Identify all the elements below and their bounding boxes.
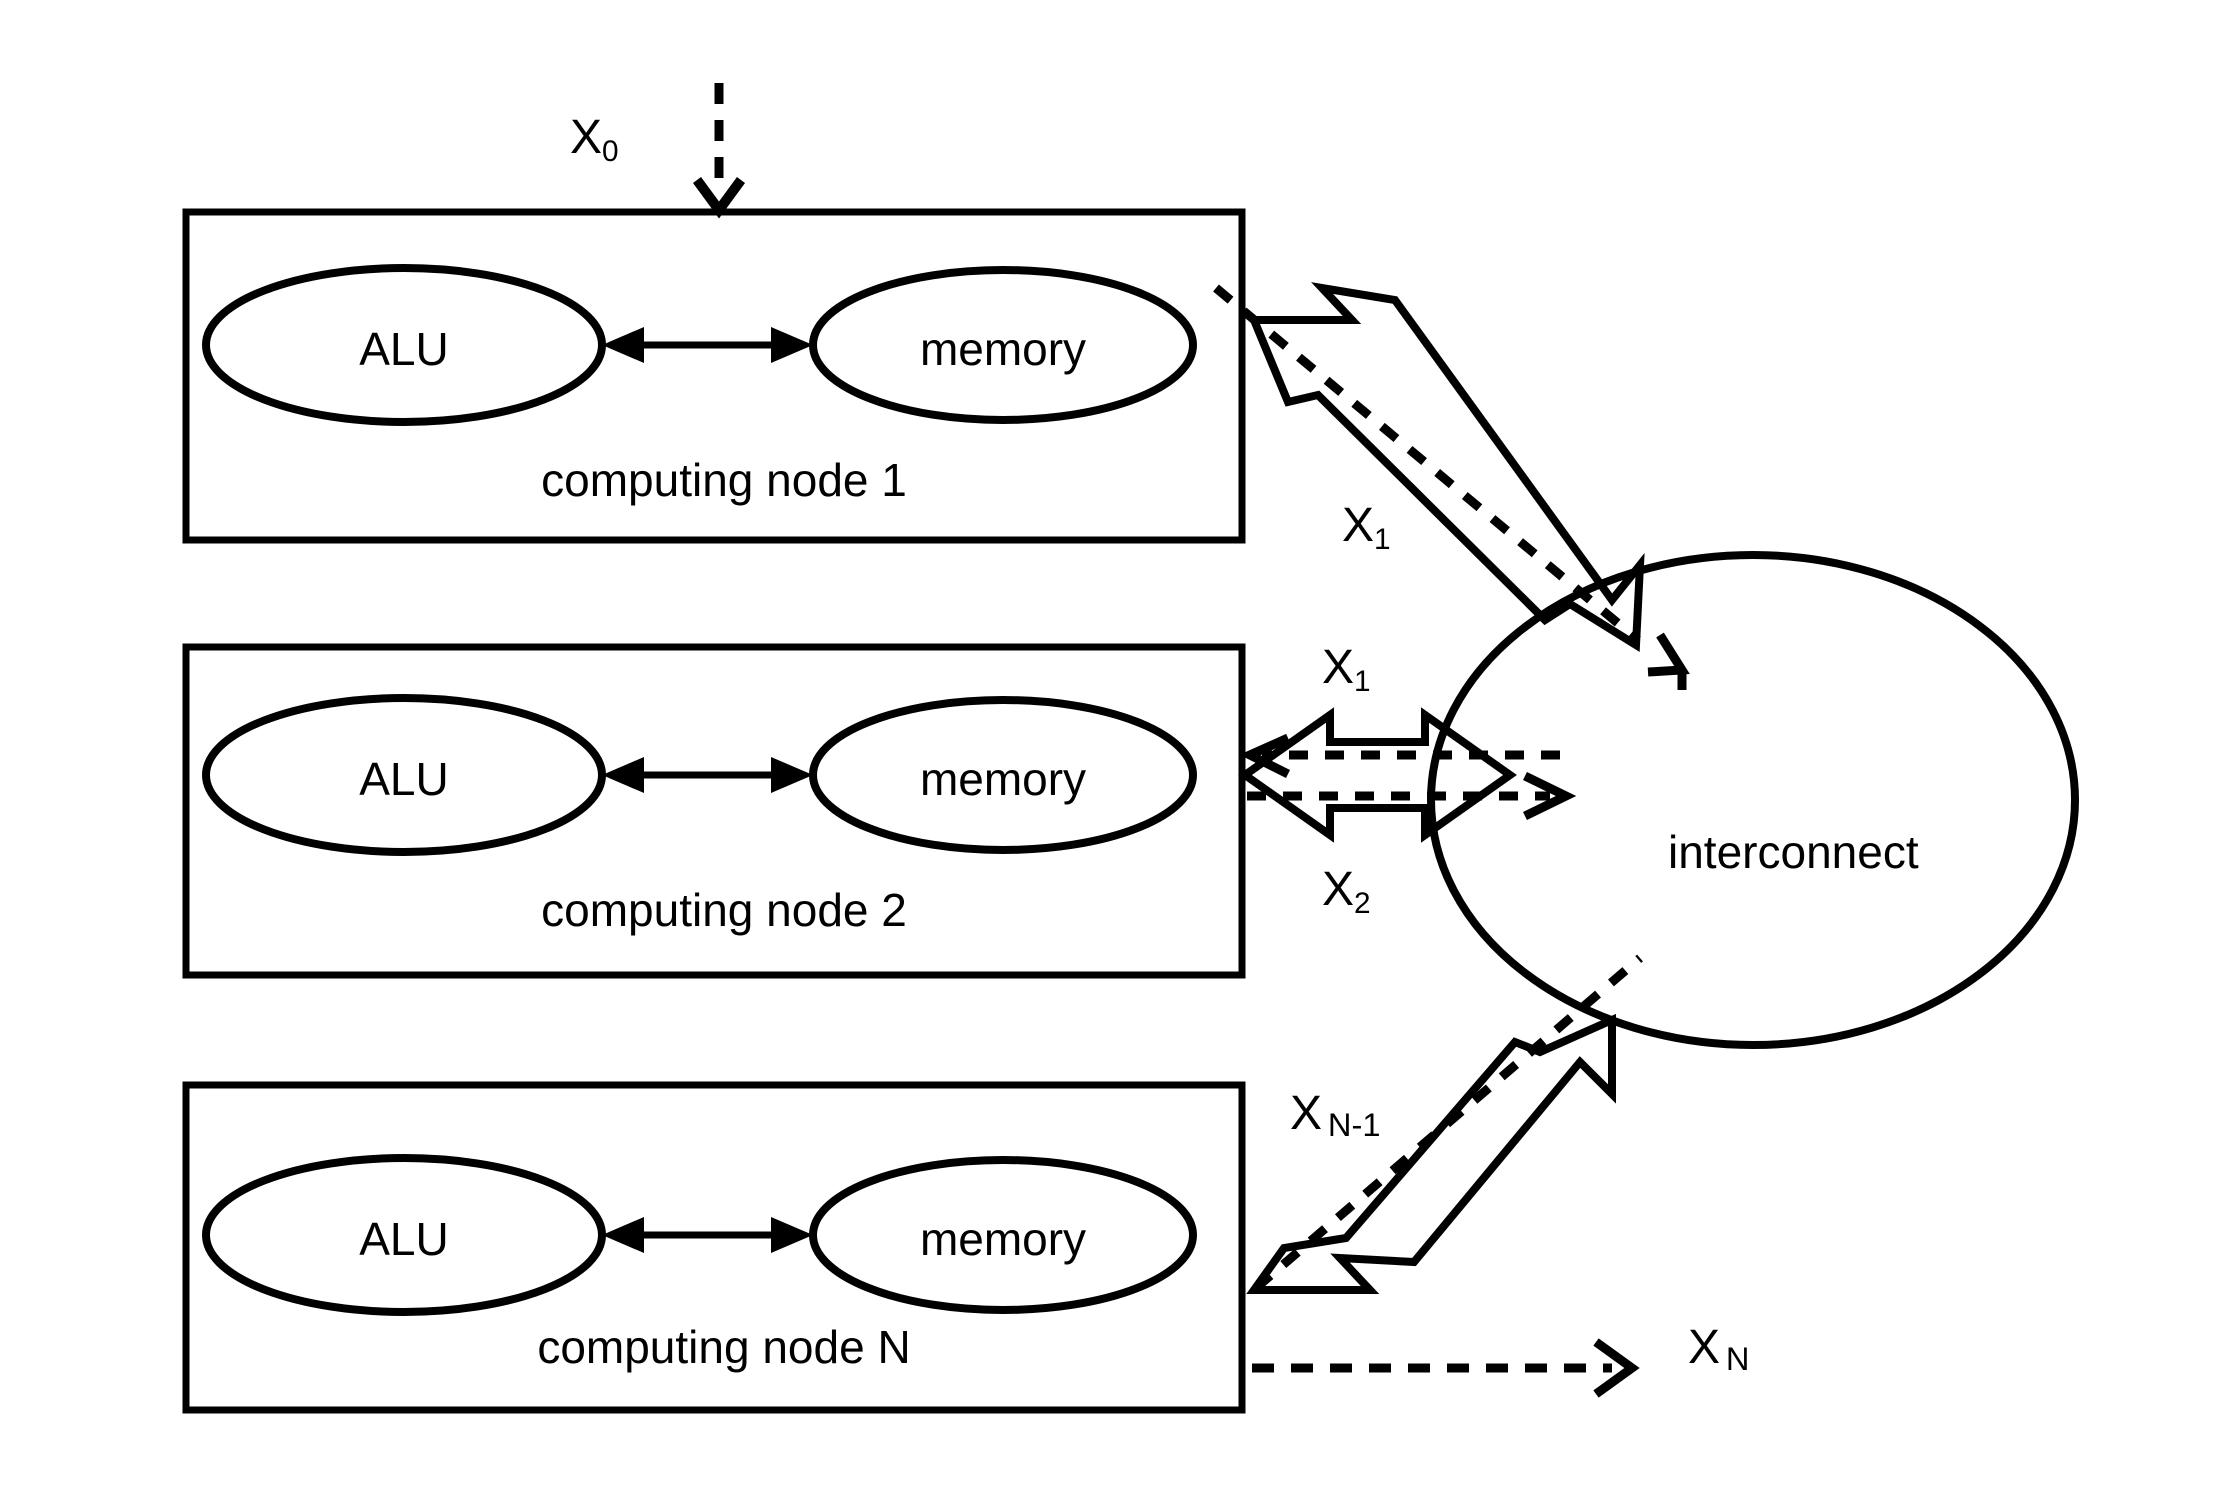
signal-label-x1-top: X1 xyxy=(1342,498,1391,557)
memory-label-n: memory xyxy=(919,1213,1087,1265)
signal-subscript-x2-mid: 2 xyxy=(1354,887,1371,921)
alu-label-n: ALU xyxy=(359,1213,449,1265)
alu-label-2: ALU xyxy=(359,753,449,805)
diagram-canvas: ALU memory computing node 1 ALU memory c… xyxy=(0,0,2217,1502)
node-box-label-n: computing node N xyxy=(537,1321,911,1373)
memory-label-2: memory xyxy=(919,753,1087,805)
signal-label-x1-mid: X1 xyxy=(1322,640,1371,699)
alu-label-1: ALU xyxy=(359,323,449,375)
interconnect-label: interconnect xyxy=(1668,826,1919,878)
signal-base-xn1: X xyxy=(1290,1087,1323,1140)
interconnect-ellipse xyxy=(1427,551,2079,1049)
signal-label-x2-mid: X2 xyxy=(1322,862,1371,921)
signal-subscript-x1-mid: 1 xyxy=(1354,665,1371,699)
x0-dashed-arrow xyxy=(692,83,746,219)
signal-label-x0: X0 xyxy=(570,110,619,169)
node-box-label-2: computing node 2 xyxy=(541,884,907,936)
signal-base-x1-top: X xyxy=(1342,499,1375,552)
alu-memory-link-1 xyxy=(602,327,813,363)
signal-subscript-xn: N xyxy=(1725,1340,1750,1378)
signal-subscript-x1-top: 1 xyxy=(1374,523,1391,557)
signal-label-xn1: X N-1 xyxy=(1290,1086,1381,1144)
signal-base-x1-mid: X xyxy=(1322,641,1355,694)
diagram-graphics xyxy=(182,83,2079,1414)
signal-base-xn: X xyxy=(1688,1321,1721,1374)
node-box-label-1: computing node 1 xyxy=(541,454,907,506)
signal-base-x2-mid: X xyxy=(1322,863,1355,916)
signal-base-x0: X xyxy=(570,111,603,164)
alu-memory-link-n xyxy=(602,1217,813,1253)
xn-dashed-output-arrow xyxy=(1252,1338,1640,1398)
alu-memory-link-2 xyxy=(602,757,813,793)
memory-label-1: memory xyxy=(919,323,1087,375)
signal-subscript-x0: 0 xyxy=(602,135,619,169)
signal-label-xn: XN xyxy=(1688,1320,1750,1378)
signal-subscript-xn1: N-1 xyxy=(1327,1106,1381,1144)
xn1-bidirectional-arrow xyxy=(1246,1013,1616,1294)
